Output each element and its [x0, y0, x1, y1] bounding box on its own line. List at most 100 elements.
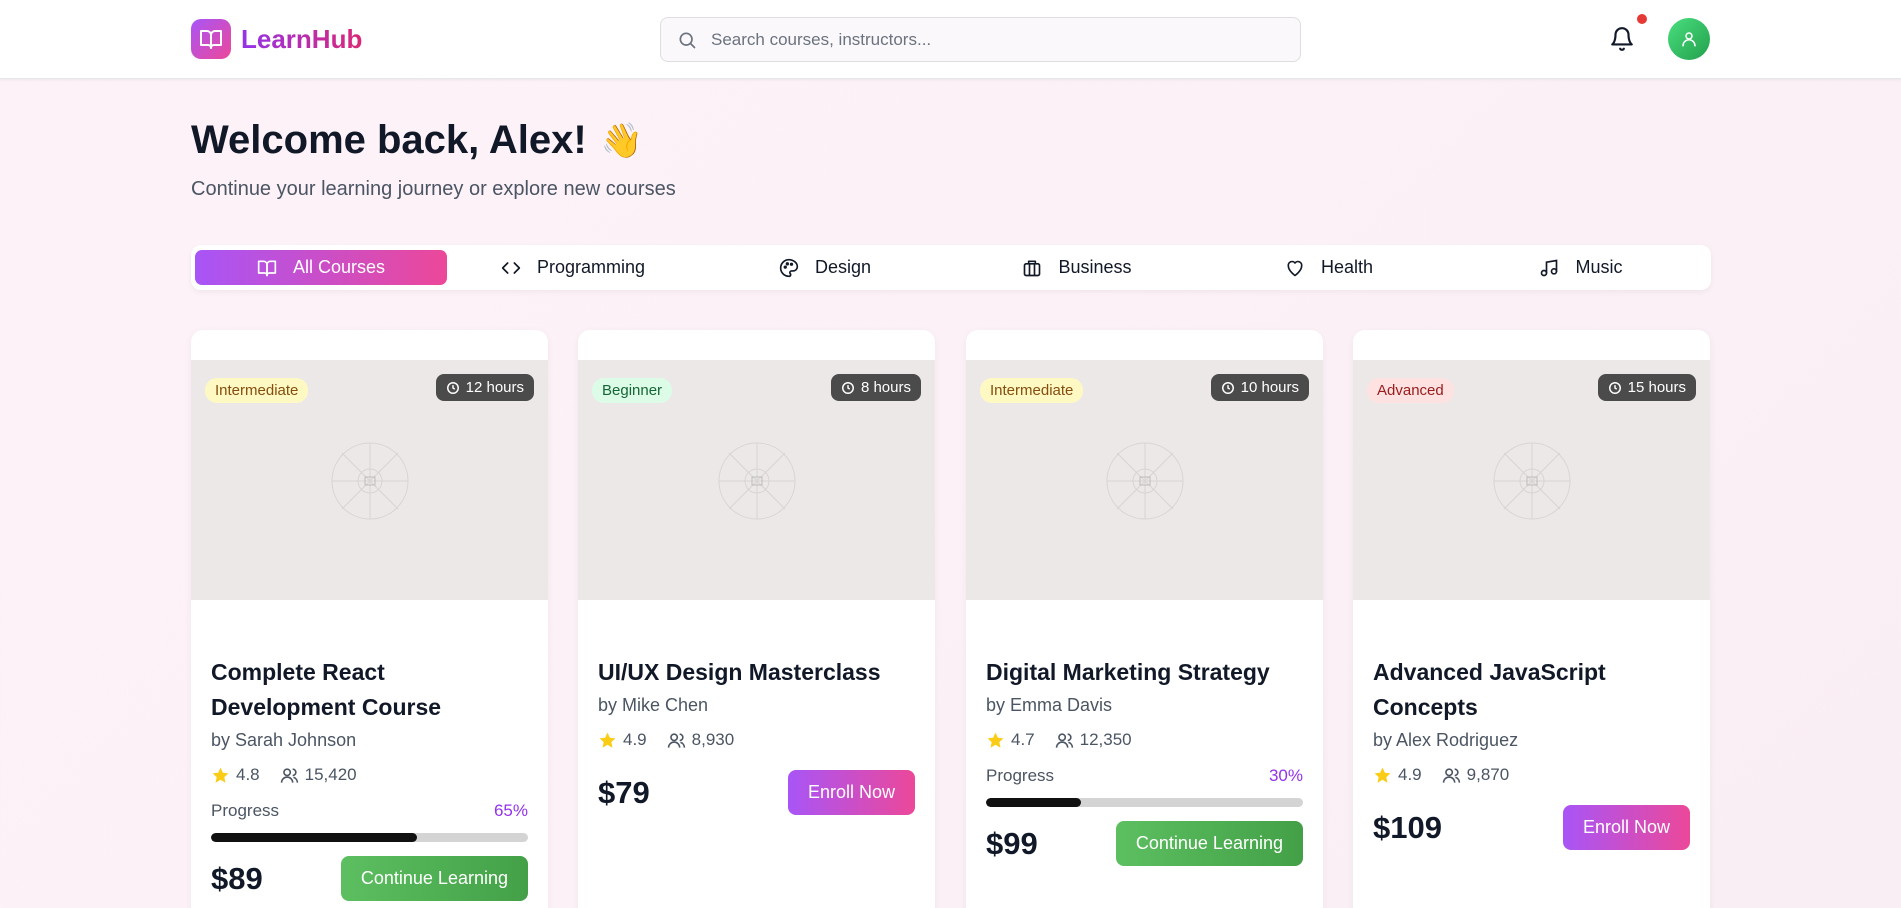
duration-badge: 8 hours — [830, 374, 921, 401]
continue-learning-button[interactable]: Continue Learning — [1115, 821, 1303, 866]
notification-badge — [1635, 12, 1649, 26]
users-icon — [280, 767, 298, 783]
course-card[interactable]: Intermediate 10 hours Digital Marketing … — [966, 330, 1323, 908]
star-icon — [1374, 767, 1391, 783]
tab-label: Design — [814, 257, 872, 277]
image-placeholder-icon — [718, 442, 796, 520]
clock-icon — [446, 381, 459, 394]
search-icon — [679, 32, 696, 48]
course-title[interactable]: Advanced JavaScript Concepts — [1373, 655, 1690, 725]
book-open-icon — [191, 19, 231, 59]
level-badge: Intermediate — [205, 378, 309, 403]
course-card[interactable]: Advanced 15 hours Advanced JavaScript Co… — [1353, 330, 1710, 908]
search-bar — [660, 17, 1301, 62]
heart-icon — [1287, 260, 1303, 276]
course-rating: 4.9 — [1398, 765, 1422, 784]
course-card[interactable]: Intermediate 12 hours Complete React Dev… — [191, 330, 548, 908]
music-icon — [1541, 259, 1558, 276]
briefcase-icon — [1024, 260, 1041, 276]
progress-label: Progress — [211, 801, 280, 820]
image-placeholder-icon — [1493, 442, 1571, 520]
course-instructor: by Emma Davis — [986, 695, 1113, 715]
level-badge: Intermediate — [980, 378, 1084, 403]
tab-all-courses[interactable]: All Courses — [195, 250, 447, 285]
image-placeholder-icon — [331, 442, 409, 520]
duration-label: 10 hours — [1240, 379, 1299, 396]
course-thumbnail: Intermediate 10 hours — [966, 360, 1323, 600]
star-icon — [212, 767, 229, 783]
page-title: Welcome back, Alex! 👋 — [191, 118, 643, 163]
course-price: $79 — [598, 774, 650, 810]
course-instructor: by Sarah Johnson — [211, 730, 357, 750]
progress-bar — [211, 833, 528, 842]
continue-learning-button[interactable]: Continue Learning — [340, 856, 528, 901]
clock-icon — [1608, 381, 1621, 394]
code-icon — [501, 261, 521, 274]
star-icon — [987, 732, 1004, 748]
user-icon — [1682, 32, 1696, 47]
users-icon — [667, 732, 685, 748]
tab-business[interactable]: Business — [951, 250, 1203, 285]
level-badge: Beginner — [592, 378, 673, 403]
image-placeholder-icon — [1106, 442, 1184, 520]
tab-label: Health — [1320, 257, 1374, 277]
course-price: $99 — [986, 825, 1038, 861]
users-icon — [1055, 732, 1073, 748]
course-instructor: by Alex Rodriguez — [1373, 730, 1519, 750]
search-input[interactable] — [711, 29, 1271, 50]
course-price: $89 — [211, 860, 263, 896]
top-navbar: LearnHub — [0, 0, 1901, 79]
course-card[interactable]: Beginner 8 hours UI/UX Design Masterclas… — [578, 330, 935, 908]
tab-label: All Courses — [292, 257, 386, 277]
tab-programming[interactable]: Programming — [447, 250, 699, 285]
brand-logo[interactable]: LearnHub — [191, 19, 362, 59]
category-tabs: All Courses Programming Design Business … — [191, 245, 1711, 290]
tab-music[interactable]: Music — [1455, 250, 1707, 285]
book-icon — [257, 260, 277, 276]
enroll-now-button[interactable]: Enroll Now — [787, 770, 915, 815]
welcome-heading: Welcome back, Alex! — [191, 118, 587, 162]
progress-fill — [986, 798, 1082, 807]
course-thumbnail: Intermediate 12 hours — [191, 360, 548, 600]
tab-health[interactable]: Health — [1203, 250, 1455, 285]
duration-badge: 15 hours — [1597, 374, 1696, 401]
user-avatar[interactable] — [1668, 18, 1710, 60]
palette-icon — [779, 258, 799, 277]
users-icon — [1442, 767, 1460, 783]
course-rating: 4.7 — [1011, 730, 1035, 749]
progress-fill — [211, 833, 418, 842]
tab-design[interactable]: Design — [699, 250, 951, 285]
progress-bar — [986, 798, 1303, 807]
duration-label: 15 hours — [1627, 379, 1686, 396]
clock-icon — [841, 381, 854, 394]
page-subtitle: Continue your learning journey or explor… — [191, 178, 676, 200]
tab-label: Music — [1575, 257, 1623, 277]
brand-name: LearnHub — [241, 23, 363, 54]
course-rating: 4.8 — [236, 765, 260, 784]
wave-emoji: 👋 — [600, 121, 644, 160]
star-icon — [599, 732, 616, 748]
course-title[interactable]: Digital Marketing Strategy — [986, 655, 1303, 690]
enroll-now-button[interactable]: Enroll Now — [1562, 805, 1690, 850]
duration-badge: 12 hours — [435, 374, 534, 401]
course-title[interactable]: Complete React Development Course — [211, 655, 528, 725]
course-rating: 4.9 — [623, 730, 647, 749]
progress-percent: 65% — [493, 801, 528, 820]
course-students: 9,870 — [1466, 765, 1510, 784]
tab-label: Programming — [536, 257, 646, 277]
course-students: 15,420 — [304, 765, 357, 784]
course-students: 8,930 — [691, 730, 735, 749]
progress-percent: 30% — [1268, 766, 1303, 785]
duration-badge: 10 hours — [1210, 374, 1309, 401]
duration-label: 8 hours — [860, 379, 911, 396]
course-price: $109 — [1373, 809, 1442, 845]
progress-label: Progress — [986, 766, 1055, 785]
bell-icon[interactable] — [1609, 26, 1635, 52]
course-instructor: by Mike Chen — [598, 695, 709, 715]
level-badge: Advanced — [1367, 378, 1454, 403]
tab-label: Business — [1058, 257, 1132, 277]
duration-label: 12 hours — [465, 379, 524, 396]
course-thumbnail: Advanced 15 hours — [1353, 360, 1710, 600]
course-thumbnail: Beginner 8 hours — [578, 360, 935, 600]
course-title[interactable]: UI/UX Design Masterclass — [598, 655, 915, 690]
